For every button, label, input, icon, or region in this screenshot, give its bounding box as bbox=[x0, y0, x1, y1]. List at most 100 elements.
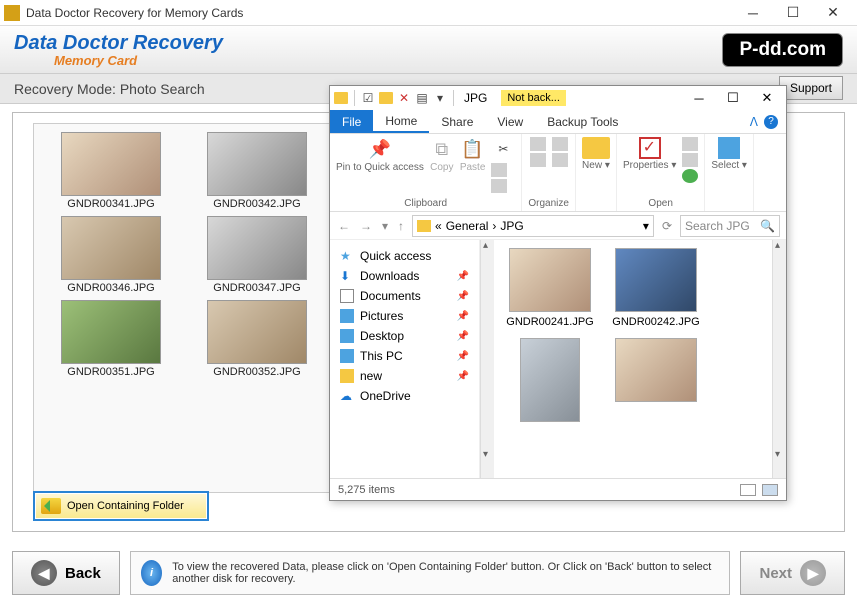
pin-icon: 📌 bbox=[457, 291, 469, 302]
open-containing-folder-button[interactable]: Open Containing Folder bbox=[33, 491, 209, 521]
thumb-item[interactable]: GNDR00346.JPG bbox=[40, 214, 182, 294]
qat-check-icon[interactable]: ☑ bbox=[361, 91, 375, 105]
qat-delete-icon[interactable]: ✕ bbox=[397, 91, 411, 105]
properties-button[interactable]: Properties ▾ bbox=[623, 137, 676, 171]
nav-new-folder[interactable]: new📌 bbox=[334, 366, 475, 386]
explorer-minimize-button[interactable]: ─ bbox=[684, 91, 714, 106]
file-item[interactable]: GNDR00242.JPG bbox=[608, 248, 704, 328]
edit-icon[interactable] bbox=[682, 153, 698, 167]
tab-share[interactable]: Share bbox=[429, 110, 485, 133]
brand-site-badge: P-dd.com bbox=[722, 33, 843, 67]
folder-icon bbox=[340, 369, 354, 383]
explorer-close-button[interactable]: ✕ bbox=[752, 90, 782, 106]
thumbnails-view-icon[interactable] bbox=[762, 484, 778, 496]
document-icon bbox=[340, 289, 354, 303]
cut-icon[interactable]: ✂ bbox=[491, 137, 515, 161]
properties-icon bbox=[639, 137, 661, 159]
rename-icon[interactable] bbox=[552, 153, 568, 167]
nav-onedrive[interactable]: ☁OneDrive bbox=[334, 386, 475, 406]
nav-forward-icon[interactable]: → bbox=[358, 219, 374, 233]
ribbon-group-select bbox=[728, 196, 731, 211]
explorer-address-bar: ← → ▾ ↑ « General › JPG ▾ ⟳ Search JPG 🔍 bbox=[330, 212, 786, 240]
delete-icon[interactable] bbox=[552, 137, 568, 151]
paste-button[interactable]: 📋Paste bbox=[460, 137, 486, 173]
help-icon[interactable]: ? bbox=[764, 115, 778, 129]
thumb-item[interactable]: GNDR00342.JPG bbox=[186, 130, 328, 210]
files-scrollbar[interactable] bbox=[772, 240, 786, 478]
clipboard-small-buttons: ✂ bbox=[491, 137, 515, 193]
nav-quick-access[interactable]: ★Quick access bbox=[334, 246, 475, 266]
history-icon[interactable] bbox=[682, 169, 698, 183]
paste-shortcut-icon[interactable] bbox=[491, 179, 507, 193]
breadcrumb-root[interactable]: General bbox=[446, 219, 489, 233]
details-view-icon[interactable] bbox=[740, 484, 756, 496]
maximize-button[interactable]: ☐ bbox=[773, 0, 813, 26]
tab-backup-tools[interactable]: Backup Tools bbox=[535, 110, 630, 133]
thumb-item[interactable]: GNDR00341.JPG bbox=[40, 130, 182, 210]
nav-pictures[interactable]: Pictures📌 bbox=[334, 306, 475, 326]
minimize-button[interactable]: ─ bbox=[733, 0, 773, 26]
refresh-icon[interactable]: ⟳ bbox=[660, 219, 674, 233]
move-to-icon[interactable] bbox=[530, 137, 546, 151]
address-dropdown-icon[interactable]: ▾ bbox=[643, 219, 649, 233]
hint-text: To view the recovered Data, please click… bbox=[172, 561, 719, 585]
tab-file[interactable]: File bbox=[330, 110, 373, 133]
file-item[interactable] bbox=[608, 338, 704, 426]
folder-open-icon bbox=[41, 498, 61, 514]
breadcrumb-current[interactable]: JPG bbox=[500, 219, 523, 233]
file-item[interactable] bbox=[502, 338, 598, 426]
nav-scrollbar[interactable] bbox=[480, 240, 494, 478]
nav-downloads[interactable]: ⬇Downloads📌 bbox=[334, 266, 475, 286]
arrow-left-icon: ◀ bbox=[31, 560, 57, 586]
ribbon-group-organize: Organize bbox=[528, 196, 569, 211]
tab-home[interactable]: Home bbox=[373, 110, 429, 133]
pictures-icon bbox=[340, 309, 354, 323]
tab-view[interactable]: View bbox=[485, 110, 535, 133]
ocf-label: Open Containing Folder bbox=[67, 500, 184, 512]
open-icon[interactable] bbox=[682, 137, 698, 151]
thumb-item[interactable]: GNDR00347.JPG bbox=[186, 214, 328, 294]
qat-properties-icon[interactable]: ▤ bbox=[415, 91, 429, 105]
bottom-bar: ◀ Back i To view the recovered Data, ple… bbox=[12, 548, 845, 598]
nav-recent-icon[interactable]: ▾ bbox=[380, 219, 390, 233]
select-button[interactable]: Select ▾ bbox=[711, 137, 747, 171]
breadcrumb-sep: › bbox=[492, 219, 496, 233]
nav-documents[interactable]: Documents📌 bbox=[334, 286, 475, 306]
arrow-right-icon: ▶ bbox=[800, 560, 826, 586]
copy-path-icon[interactable] bbox=[491, 163, 507, 177]
new-folder-button[interactable]: New ▾ bbox=[582, 137, 610, 171]
thumb-image bbox=[207, 132, 307, 196]
explorer-window: ☑ ✕ ▤ ▾ JPG Not back... ─ ☐ ✕ File Home … bbox=[329, 85, 787, 501]
nav-up-icon[interactable]: ↑ bbox=[396, 219, 406, 233]
copy-to-icon[interactable] bbox=[530, 153, 546, 167]
nav-desktop[interactable]: Desktop📌 bbox=[334, 326, 475, 346]
explorer-nav-pane: ★Quick access ⬇Downloads📌 Documents📌 Pic… bbox=[330, 240, 480, 478]
address-path[interactable]: « General › JPG ▾ bbox=[412, 215, 654, 237]
info-icon: i bbox=[141, 560, 162, 586]
folder-icon bbox=[417, 220, 431, 232]
brand-title: Data Doctor Recovery bbox=[14, 32, 223, 55]
file-item[interactable]: GNDR00241.JPG bbox=[502, 248, 598, 328]
copy-button[interactable]: ⧉Copy bbox=[430, 137, 454, 173]
pin-quick-access-button[interactable]: 📌Pin to Quick access bbox=[336, 137, 424, 173]
next-button[interactable]: Next ▶ bbox=[740, 551, 845, 595]
paste-icon: 📋 bbox=[461, 137, 485, 161]
close-button[interactable]: ✕ bbox=[813, 0, 853, 26]
folder-icon[interactable] bbox=[379, 92, 393, 104]
explorer-maximize-button[interactable]: ☐ bbox=[718, 90, 748, 106]
explorer-title-text: JPG bbox=[464, 91, 487, 105]
ribbon-collapse-icon[interactable]: ᐱ bbox=[750, 115, 758, 129]
pin-icon: 📌 bbox=[457, 271, 469, 282]
thumb-image bbox=[61, 216, 161, 280]
thumb-label: GNDR00342.JPG bbox=[186, 198, 328, 210]
explorer-search-input[interactable]: Search JPG 🔍 bbox=[680, 215, 780, 237]
qat-dropdown-icon[interactable]: ▾ bbox=[433, 91, 447, 105]
thumb-item[interactable]: GNDR00351.JPG bbox=[40, 298, 182, 378]
nav-back-icon[interactable]: ← bbox=[336, 219, 352, 233]
explorer-file-pane: GNDR00241.JPG GNDR00242.JPG bbox=[494, 240, 772, 478]
thumb-item[interactable]: GNDR00352.JPG bbox=[186, 298, 328, 378]
backup-status-badge[interactable]: Not back... bbox=[501, 90, 566, 106]
back-button[interactable]: ◀ Back bbox=[12, 551, 120, 595]
nav-this-pc[interactable]: This PC📌 bbox=[334, 346, 475, 366]
support-button[interactable]: Support bbox=[779, 76, 843, 100]
